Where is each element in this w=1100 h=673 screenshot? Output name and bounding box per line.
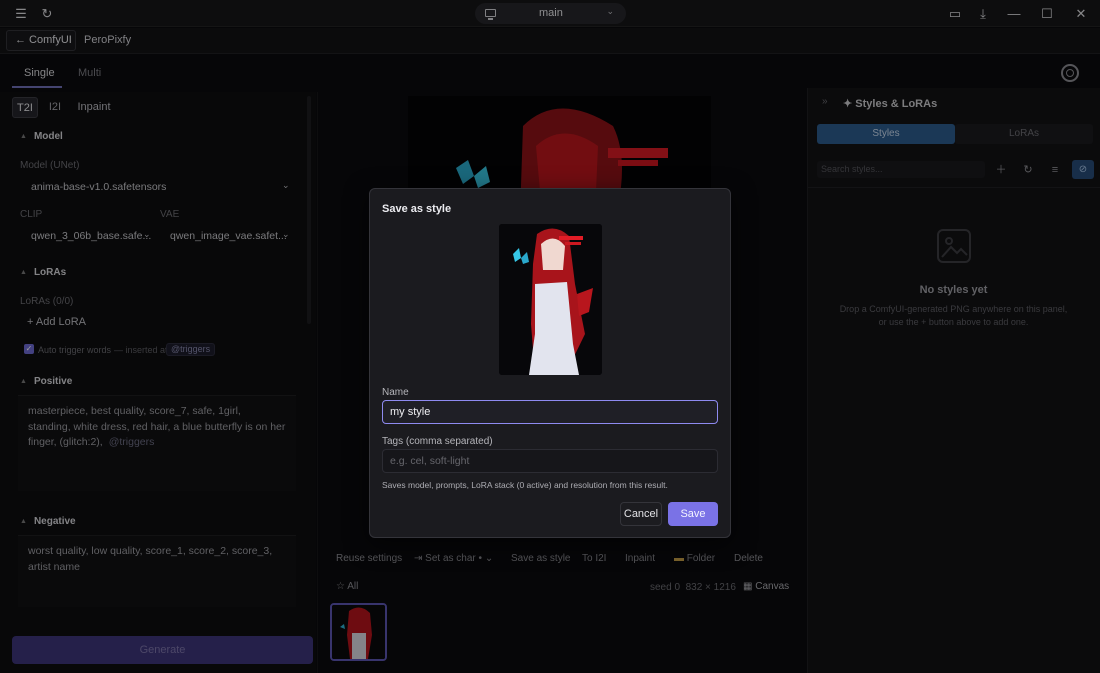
cancel-button[interactable]: Cancel xyxy=(620,502,662,526)
dialog-hint: Saves model, prompts, LoRA stack (0 acti… xyxy=(382,480,668,490)
style-preview-image xyxy=(499,224,602,375)
name-label: Name xyxy=(382,387,409,398)
save-button[interactable]: Save xyxy=(668,502,718,526)
dialog-title: Save as style xyxy=(382,203,452,215)
tags-label: Tags (comma separated) xyxy=(382,436,493,447)
style-tags-input[interactable] xyxy=(382,449,718,473)
style-name-input[interactable] xyxy=(382,400,718,424)
